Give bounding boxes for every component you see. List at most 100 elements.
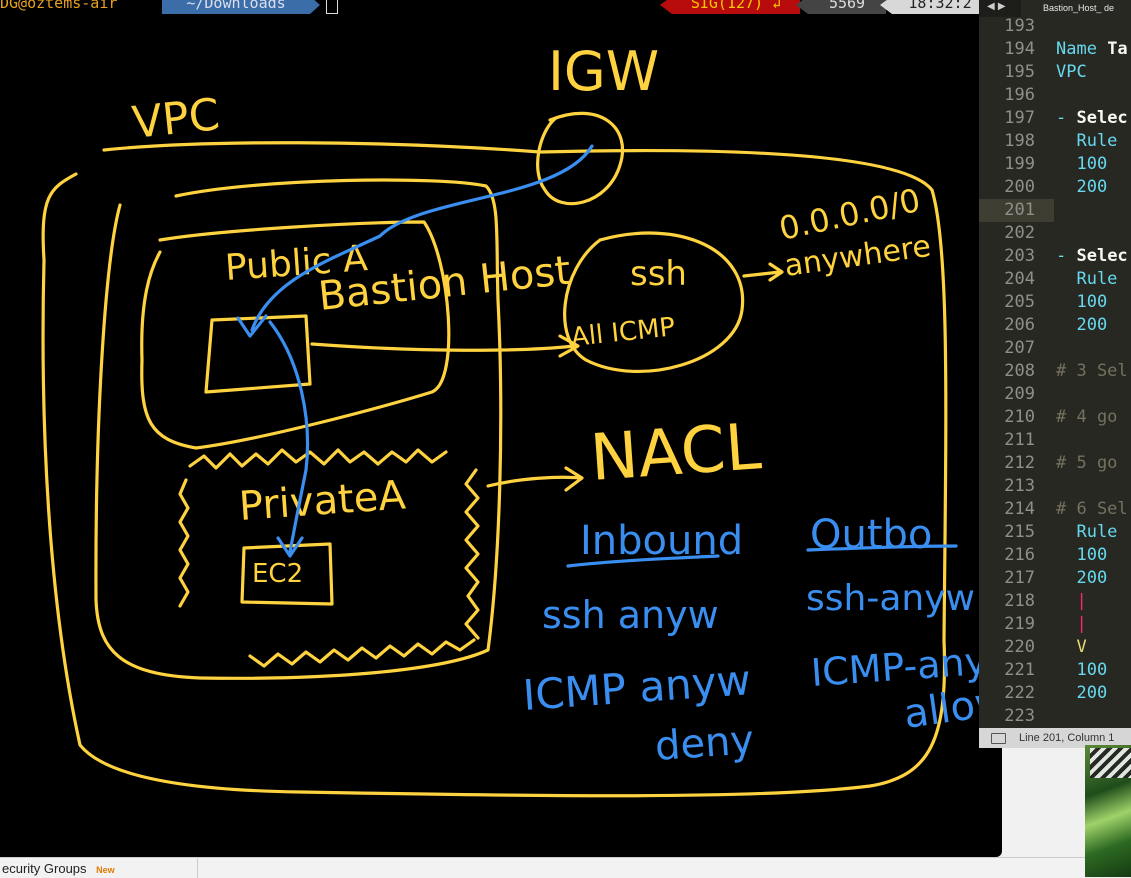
code-line[interactable]: 100 — [1056, 153, 1107, 176]
code-token: Rule — [1056, 522, 1118, 542]
outbound-label: Outbo — [810, 512, 932, 558]
line-number: 199 — [1004, 154, 1035, 174]
code-line[interactable]: # 4 go — [1056, 406, 1117, 429]
browser-sidebar-strip: ecurity Groups New — [0, 857, 1085, 878]
nacl-arrow-icon — [486, 466, 584, 492]
code-line[interactable]: V — [1056, 636, 1087, 659]
line-number: 223 — [1004, 706, 1035, 726]
code-line[interactable]: # 3 Sel — [1056, 360, 1128, 383]
sg-arrow-icon — [310, 334, 580, 358]
code-line[interactable]: 200 — [1056, 567, 1107, 590]
sg-icmp-label: All ICMP — [570, 312, 677, 353]
line-number: 221 — [1004, 660, 1035, 680]
code-token: | — [1056, 614, 1087, 634]
line-number: 210 — [1004, 407, 1035, 427]
code-token: VPC — [1056, 62, 1087, 82]
code-token: - — [1056, 108, 1077, 128]
code-token: 100 — [1056, 660, 1108, 680]
code-line[interactable]: - Selec — [1056, 245, 1128, 268]
nacl-label: NACL — [588, 410, 764, 496]
code-token: # 3 Sel — [1056, 361, 1128, 381]
line-number: 197 — [1004, 108, 1035, 128]
code-token: Selec — [1076, 246, 1128, 266]
line-number: 214 — [1004, 499, 1035, 519]
line-number: 208 — [1004, 361, 1035, 381]
code-token: 100 — [1056, 292, 1108, 312]
line-number: 195 — [1004, 62, 1035, 82]
code-token: # 5 go — [1056, 453, 1118, 473]
line-number: 193 — [1004, 16, 1035, 36]
outbound-ssh-rule: ssh-anyw — [806, 578, 975, 619]
code-line[interactable]: Name Ta — [1056, 38, 1128, 61]
sg-ssh-label: ssh — [630, 254, 687, 294]
code-line[interactable]: Rule — [1056, 130, 1117, 153]
line-number: 216 — [1004, 545, 1035, 565]
line-number: 222 — [1004, 683, 1035, 703]
inbound-icmp-rule: ICMP anyw — [521, 655, 752, 720]
code-line[interactable]: 200 — [1056, 314, 1107, 337]
line-number: 219 — [1004, 614, 1035, 634]
inbound-ssh-rule: ssh anyw — [542, 593, 719, 637]
text-editor-window[interactable]: ◀ ▶ Bastion_Host_ de 193 194 Name Ta 195 VPC… — [979, 0, 1131, 748]
code-line[interactable]: 200 — [1056, 176, 1107, 199]
security-groups-nav-item[interactable]: ecurity Groups New — [0, 858, 198, 878]
code-line[interactable]: | — [1056, 613, 1087, 636]
code-token: 200 — [1056, 683, 1108, 703]
ec2-label: EC2 — [252, 559, 303, 589]
code-line[interactable]: | — [1056, 590, 1086, 613]
line-number: 218 — [1004, 591, 1035, 611]
igw-label: IGW — [548, 40, 659, 103]
code-line[interactable]: # 6 Sel — [1056, 498, 1128, 521]
line-number: 211 — [1004, 430, 1035, 450]
line-number: 213 — [1004, 476, 1035, 496]
line-number: 194 — [1004, 39, 1035, 59]
panel-toggle-icon[interactable] — [991, 733, 1006, 744]
code-token: Name — [1056, 39, 1108, 59]
code-line[interactable]: 100 — [1056, 659, 1107, 682]
code-token: # 4 go — [1056, 407, 1118, 427]
code-token: 100 — [1056, 545, 1108, 565]
security-groups-label: ecurity Groups — [2, 861, 87, 876]
line-number: 220 — [1004, 637, 1035, 657]
line-number: 201 — [1004, 200, 1035, 220]
line-number: 198 — [1004, 131, 1035, 151]
line-number: 196 — [1004, 85, 1035, 105]
line-number: 200 — [1004, 177, 1035, 197]
code-line[interactable]: 200 — [1056, 682, 1107, 705]
inbound-deny-label: deny — [653, 717, 755, 770]
line-number: 202 — [1004, 223, 1035, 243]
code-line[interactable]: 100 — [1056, 291, 1107, 314]
line-number: 209 — [1004, 384, 1035, 404]
code-token: Selec — [1076, 108, 1128, 128]
whiteboard-drawing: VPC IGW Public A Bastion Host ssh All IC… — [41, 40, 1002, 798]
code-line[interactable]: - Selec — [1056, 107, 1128, 130]
code-token: 200 — [1056, 177, 1108, 197]
line-number: 205 — [1004, 292, 1035, 312]
line-number: 207 — [1004, 338, 1035, 358]
vpc-label: VPC — [130, 89, 222, 149]
code-line[interactable]: Rule — [1056, 268, 1117, 291]
code-line[interactable]: VPC — [1056, 61, 1087, 84]
code-token: Ta — [1107, 39, 1128, 59]
code-token: V — [1056, 637, 1087, 657]
line-number: 203 — [1004, 246, 1035, 266]
private-subnet-label: PrivateA — [237, 472, 407, 530]
code-token: Rule — [1056, 131, 1118, 151]
line-number: 217 — [1004, 568, 1035, 588]
line-number: 212 — [1004, 453, 1035, 473]
code-line[interactable]: # 5 go — [1056, 452, 1117, 475]
tab-nav-arrows-icon[interactable]: ◀ ▶ — [987, 1, 1006, 12]
code-token: Rule — [1056, 269, 1118, 289]
code-token: # 6 Sel — [1056, 499, 1128, 519]
code-line[interactable]: 100 — [1056, 544, 1107, 567]
anywhere-arrow-icon — [742, 262, 784, 282]
code-token: - — [1056, 246, 1077, 266]
wallpaper-zebra-detail — [1090, 748, 1131, 778]
code-token: 200 — [1056, 568, 1108, 588]
line-number: 206 — [1004, 315, 1035, 335]
editor-tab[interactable]: Bastion_Host_ de — [1021, 0, 1131, 17]
code-token: 200 — [1056, 315, 1108, 335]
code-line[interactable]: Rule — [1056, 521, 1117, 544]
terminal-window[interactable]: DG@oztems-air ~/Downloads SIG(127) ↲ 556… — [0, 0, 1002, 857]
line-number: 215 — [1004, 522, 1035, 542]
